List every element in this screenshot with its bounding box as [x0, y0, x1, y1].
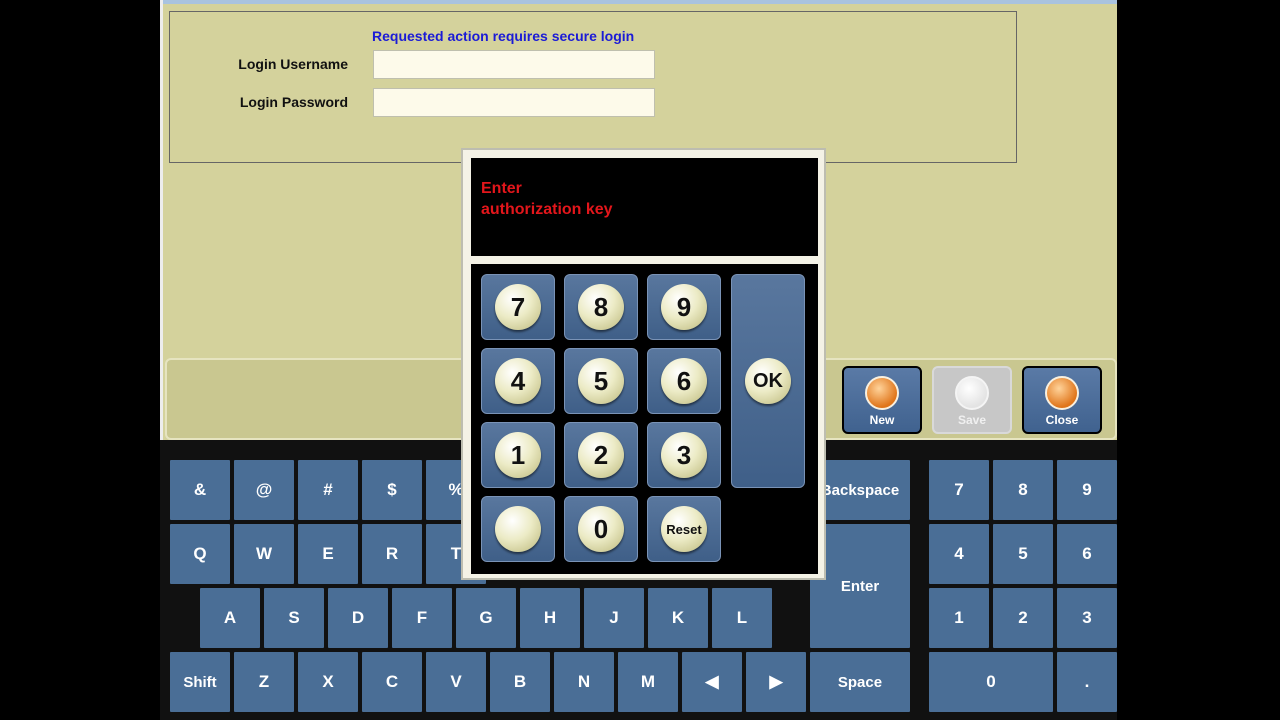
key-q[interactable]: Q: [170, 524, 230, 584]
key-e[interactable]: E: [298, 524, 358, 584]
key-w[interactable]: W: [234, 524, 294, 584]
key-x[interactable]: X: [298, 652, 358, 712]
key-d[interactable]: D: [328, 588, 388, 648]
key-h[interactable]: H: [520, 588, 580, 648]
auth-ok-button[interactable]: OK: [731, 274, 805, 488]
key-z[interactable]: Z: [234, 652, 294, 712]
key-shift[interactable]: Shift: [170, 652, 230, 712]
auth-key-4-label: 4: [495, 358, 541, 404]
numpad-3[interactable]: 3: [1057, 588, 1117, 648]
numpad-1[interactable]: 1: [929, 588, 989, 648]
auth-key-4[interactable]: 4: [481, 348, 555, 414]
login-panel: Requested action requires secure login L…: [169, 11, 1017, 163]
auth-key-blank-label: [495, 506, 541, 552]
auth-key-9[interactable]: 9: [647, 274, 721, 340]
key-f[interactable]: F: [392, 588, 452, 648]
new-button-label: New: [869, 413, 895, 427]
auth-key-9-label: 9: [661, 284, 707, 330]
key-b[interactable]: B: [490, 652, 550, 712]
auth-key-0-label: 0: [578, 506, 624, 552]
numpad-2[interactable]: 2: [993, 588, 1053, 648]
close-envelope-icon: [1045, 376, 1079, 410]
close-button-label: Close: [1045, 413, 1079, 427]
save-button[interactable]: Save: [932, 366, 1012, 434]
window-top-border: [160, 0, 1117, 4]
numpad-7[interactable]: 7: [929, 460, 989, 520]
key-v[interactable]: V: [426, 652, 486, 712]
save-icon: [955, 376, 989, 410]
app-window: Requested action requires secure login L…: [160, 0, 1117, 720]
key-j[interactable]: J: [584, 588, 644, 648]
auth-key-2[interactable]: 2: [564, 422, 638, 488]
new-button[interactable]: New: [842, 366, 922, 434]
authorization-prompt: Enter authorization key: [481, 180, 613, 218]
auth-key-7[interactable]: 7: [481, 274, 555, 340]
auth-key-5-label: 5: [578, 358, 624, 404]
auth-reset-button[interactable]: Reset: [647, 496, 721, 562]
auth-key-7-label: 7: [495, 284, 541, 330]
key-hash[interactable]: #: [298, 460, 358, 520]
auth-key-8[interactable]: 8: [564, 274, 638, 340]
auth-key-8-label: 8: [578, 284, 624, 330]
auth-key-3[interactable]: 3: [647, 422, 721, 488]
numpad-5[interactable]: 5: [993, 524, 1053, 584]
auth-key-blank[interactable]: [481, 496, 555, 562]
username-input[interactable]: [373, 50, 655, 79]
auth-key-1[interactable]: 1: [481, 422, 555, 488]
password-input[interactable]: [373, 88, 655, 117]
username-label: Login Username: [238, 56, 348, 72]
close-button[interactable]: Close: [1022, 366, 1102, 434]
numpad-dot[interactable]: .: [1057, 652, 1117, 712]
numpad-6[interactable]: 6: [1057, 524, 1117, 584]
auth-reset-label: Reset: [661, 506, 707, 552]
key-s[interactable]: S: [264, 588, 324, 648]
authorization-keypad: 7 8 9 4 5 6 1 2 3 0 Reset OK: [471, 264, 818, 574]
auth-key-6[interactable]: 6: [647, 348, 721, 414]
new-document-icon: [865, 376, 899, 410]
key-m[interactable]: M: [618, 652, 678, 712]
key-k[interactable]: K: [648, 588, 708, 648]
key-c[interactable]: C: [362, 652, 422, 712]
key-dollar[interactable]: $: [362, 460, 422, 520]
auth-key-6-label: 6: [661, 358, 707, 404]
auth-key-1-label: 1: [495, 432, 541, 478]
key-g[interactable]: G: [456, 588, 516, 648]
numpad-0[interactable]: 0: [929, 652, 1053, 712]
key-left-arrow[interactable]: ◀: [682, 652, 742, 712]
password-label: Login Password: [239, 94, 348, 110]
key-n[interactable]: N: [554, 652, 614, 712]
key-l[interactable]: L: [712, 588, 772, 648]
auth-key-2-label: 2: [578, 432, 624, 478]
auth-ok-label: OK: [745, 358, 791, 404]
numpad-8[interactable]: 8: [993, 460, 1053, 520]
numpad-9[interactable]: 9: [1057, 460, 1117, 520]
key-space[interactable]: Space: [810, 652, 910, 712]
key-at[interactable]: @: [234, 460, 294, 520]
dialog-display: Enter authorization key: [471, 158, 818, 256]
key-right-arrow[interactable]: ▶: [746, 652, 806, 712]
auth-key-0[interactable]: 0: [564, 496, 638, 562]
save-button-label: Save: [957, 413, 987, 427]
key-r[interactable]: R: [362, 524, 422, 584]
auth-key-5[interactable]: 5: [564, 348, 638, 414]
authorization-dialog: Enter authorization key 7 8 9 4 5 6 1 2 …: [461, 148, 826, 580]
auth-key-3-label: 3: [661, 432, 707, 478]
numpad-4[interactable]: 4: [929, 524, 989, 584]
key-a[interactable]: A: [200, 588, 260, 648]
key-ampersand[interactable]: &: [170, 460, 230, 520]
login-message: Requested action requires secure login: [372, 28, 635, 44]
